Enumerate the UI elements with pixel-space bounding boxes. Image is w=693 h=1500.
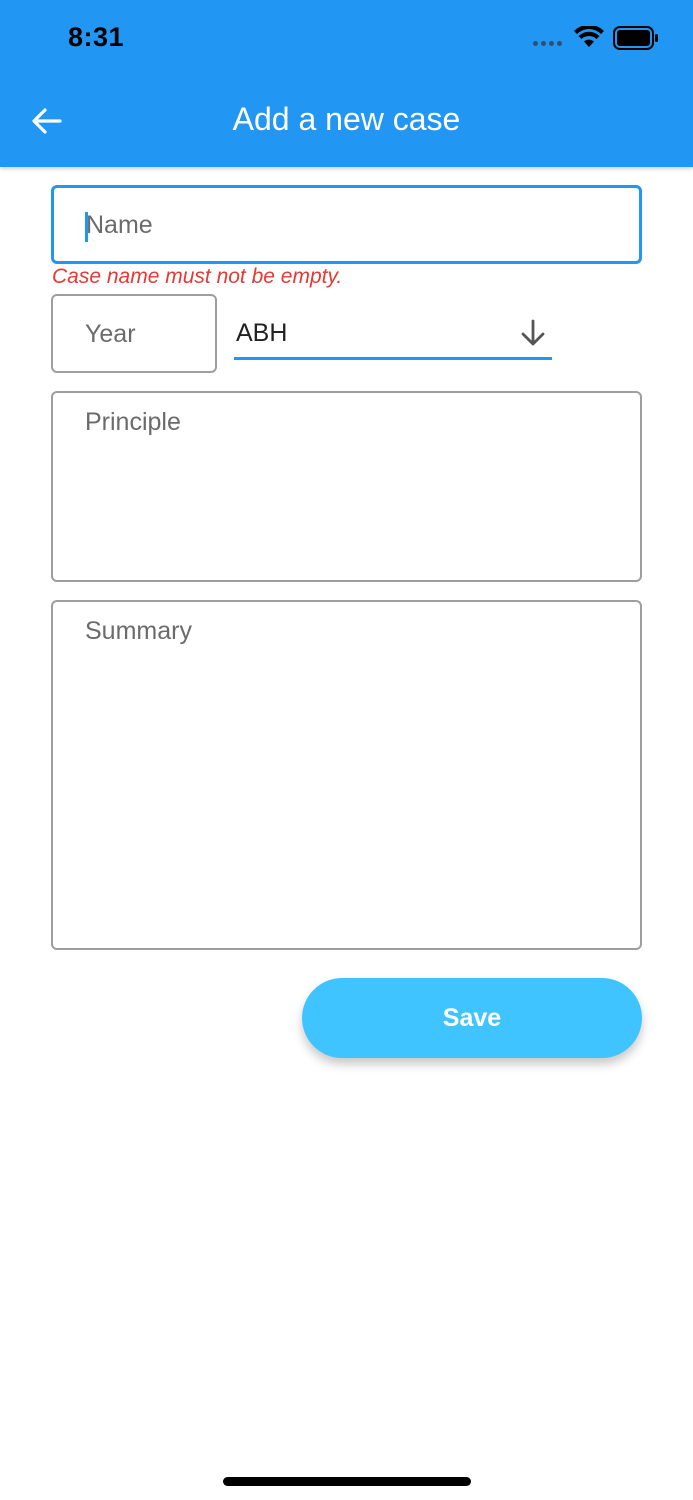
arrow-down-icon [521,319,545,346]
summary-field[interactable]: Summary [51,600,642,950]
battery-icon [613,26,658,50]
name-field[interactable]: Name [51,185,642,264]
app-bar: 8:31 Add a new case [0,0,693,167]
cellular-signal-icon [533,41,565,47]
category-dropdown[interactable]: ABH [234,310,552,360]
page-title: Add a new case [232,101,461,137]
year-field-label: Year [85,320,136,348]
home-indicator[interactable] [223,1477,471,1486]
category-selected-value: ABH [236,319,288,347]
name-error-message: Case name must not be empty. [52,265,343,288]
wifi-icon [574,26,604,47]
summary-field-label: Summary [85,617,192,645]
principle-field-label: Principle [85,408,181,436]
save-button[interactable]: Save [302,978,642,1058]
year-field[interactable]: Year [51,294,217,373]
name-field-label: Name [86,211,153,239]
status-time: 8:31 [68,22,125,52]
principle-field[interactable]: Principle [51,391,642,582]
